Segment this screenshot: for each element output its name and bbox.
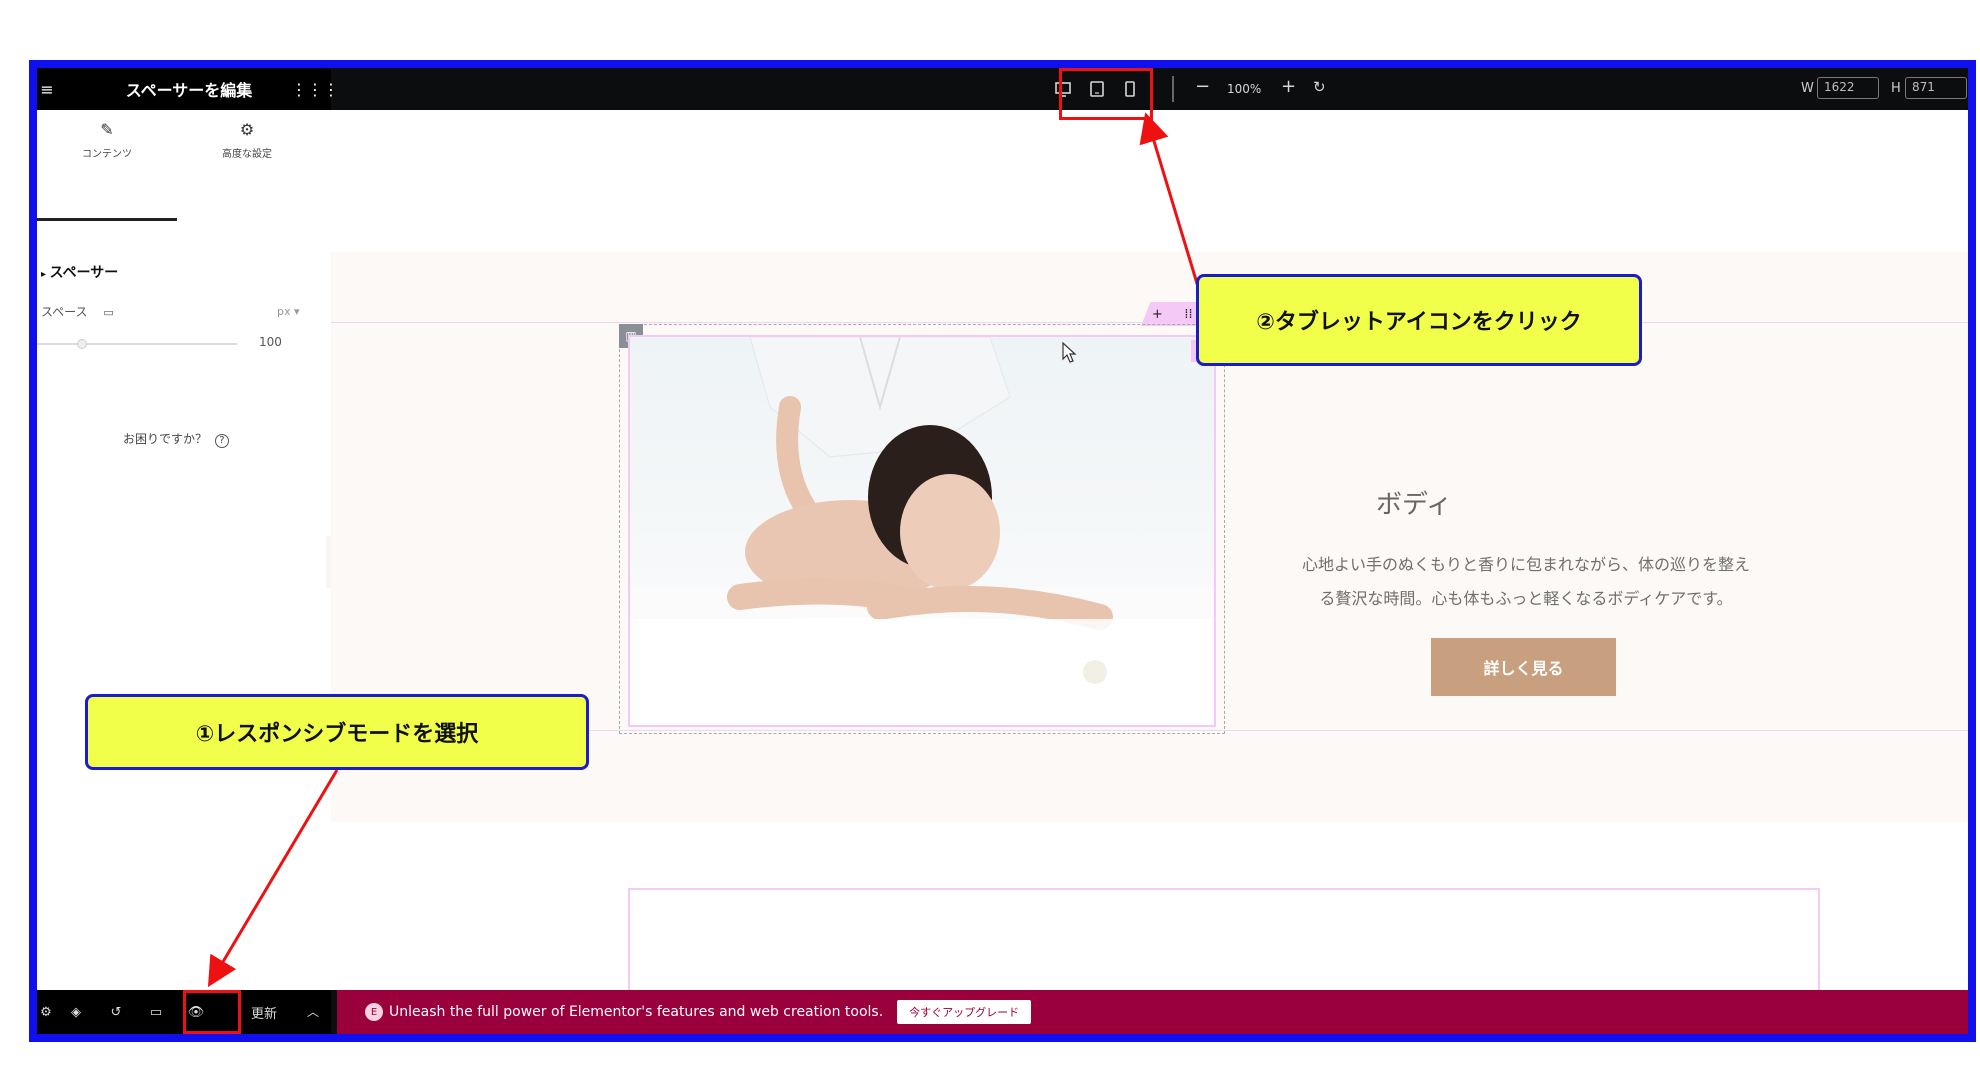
upgrade-now-button[interactable]: 今すぐアップグレード	[897, 1000, 1032, 1024]
learn-more-button[interactable]: 詳しく見る	[1431, 638, 1616, 696]
mouse-cursor-icon	[1062, 342, 1077, 363]
elementor-badge-icon: E	[365, 1003, 383, 1021]
editor-panel: ✎ コンテンツ ⚙ 高度な設定 ▸ スペーサー スペース ▭ px ▾ 100 …	[37, 110, 331, 990]
settings-icon[interactable]: ⚙	[37, 1003, 55, 1021]
promo-text: Unleash the full power of Elementor's fe…	[389, 1004, 884, 1020]
bottom-bar: ⚙ ◈ ↺ ▭ 👁 更新 ︿ E Unleash the full power …	[37, 990, 1968, 1034]
gear-icon: ⚙	[239, 120, 255, 139]
callout-step-2: ②タブレットアイコンをクリック	[1196, 274, 1642, 366]
chevron-up-icon[interactable]: ︿	[307, 1003, 319, 1020]
help-link[interactable]: お困りですか？ ?	[123, 430, 229, 448]
unit-value: px	[277, 305, 291, 318]
zoom-level: 100%	[1227, 82, 1262, 96]
service-heading: ボディ	[1376, 490, 1453, 520]
height-label: H	[1891, 81, 1901, 96]
responsive-desktop-icon[interactable]: ▭	[103, 306, 113, 319]
massage-photo-illustration	[630, 337, 1214, 725]
section-title: スペーサー	[49, 265, 119, 281]
update-button[interactable]: 更新	[251, 1003, 277, 1022]
tab-advanced[interactable]: ⚙ 高度な設定	[177, 120, 317, 160]
editor-window: ≡ スペーサーを編集 ⋮⋮⋮ − 100% + ↻ W 1622 H 871 ✎…	[37, 68, 1968, 1034]
hamburger-menu-icon[interactable]: ≡	[37, 80, 57, 99]
description-line-2: る贅沢な時間。心も体もふっと軽くなるボディケアです。	[1319, 589, 1733, 608]
space-value-input[interactable]: 100	[259, 335, 282, 349]
space-slider[interactable]	[37, 339, 237, 349]
top-bar: ≡ スペーサーを編集 ⋮⋮⋮ − 100% + ↻ W 1622 H 871	[37, 68, 1968, 110]
screenshot-frame: ≡ スペーサーを編集 ⋮⋮⋮ − 100% + ↻ W 1622 H 871 ✎…	[29, 60, 1976, 1042]
slider-handle[interactable]	[77, 339, 87, 349]
section-toggle[interactable]: ▸ スペーサー	[41, 262, 118, 282]
active-tab-indicator	[37, 218, 177, 221]
space-control-label: スペース ▭	[41, 303, 114, 320]
massage-image[interactable]	[628, 335, 1216, 727]
promo-banner: E Unleash the full power of Elementor's …	[337, 990, 1968, 1034]
callout-step-1: ①レスポンシブモードを選択	[85, 694, 589, 770]
reset-zoom-icon[interactable]: ↻	[1313, 78, 1326, 96]
widgets-grid-icon[interactable]: ⋮⋮⋮	[291, 80, 339, 99]
drag-handle-icon[interactable]: ⁞⁞	[1184, 307, 1192, 322]
history-icon[interactable]: ↺	[107, 1003, 125, 1021]
chevron-down-icon: ▾	[294, 305, 300, 318]
highlight-responsive-button	[183, 990, 241, 1034]
panel-title: スペーサーを編集	[125, 81, 253, 100]
space-label-text: スペース	[41, 305, 88, 319]
description-line-1: 心地よい手のぬくもりと香りに包まれながら、体の巡りを整え	[1301, 555, 1750, 574]
pencil-icon: ✎	[100, 120, 114, 139]
width-input[interactable]: 1622	[1817, 77, 1879, 99]
help-text: お困りですか？	[123, 432, 208, 446]
preview-canvas: + ⁞⁞ ✕ ▥	[331, 110, 1968, 1031]
highlight-device-icons	[1059, 68, 1153, 120]
toolbar-divider	[1172, 76, 1174, 102]
width-label: W	[1801, 81, 1814, 96]
spacer-widget[interactable]	[628, 888, 1820, 996]
add-icon[interactable]: +	[1152, 307, 1163, 322]
responsive-mode-icon[interactable]: ▭	[147, 1003, 165, 1021]
tab-content-label: コンテンツ	[82, 149, 132, 160]
zoom-out-icon[interactable]: −	[1195, 76, 1210, 97]
tab-advanced-label: 高度な設定	[222, 149, 272, 160]
height-input[interactable]: 871	[1905, 77, 1967, 99]
service-description: 心地よい手のぬくもりと香りに包まれながら、体の巡りを整え る贅沢な時間。心も体も…	[1281, 548, 1771, 616]
layers-icon[interactable]: ◈	[67, 1003, 85, 1021]
zoom-in-icon[interactable]: +	[1281, 76, 1296, 97]
question-circle-icon: ?	[214, 434, 229, 448]
panel-header: ≡ スペーサーを編集 ⋮⋮⋮	[37, 68, 339, 110]
tab-content[interactable]: ✎ コンテンツ	[37, 120, 177, 160]
unit-select[interactable]: px ▾	[277, 305, 300, 318]
caret-right-icon: ▸	[41, 269, 50, 280]
